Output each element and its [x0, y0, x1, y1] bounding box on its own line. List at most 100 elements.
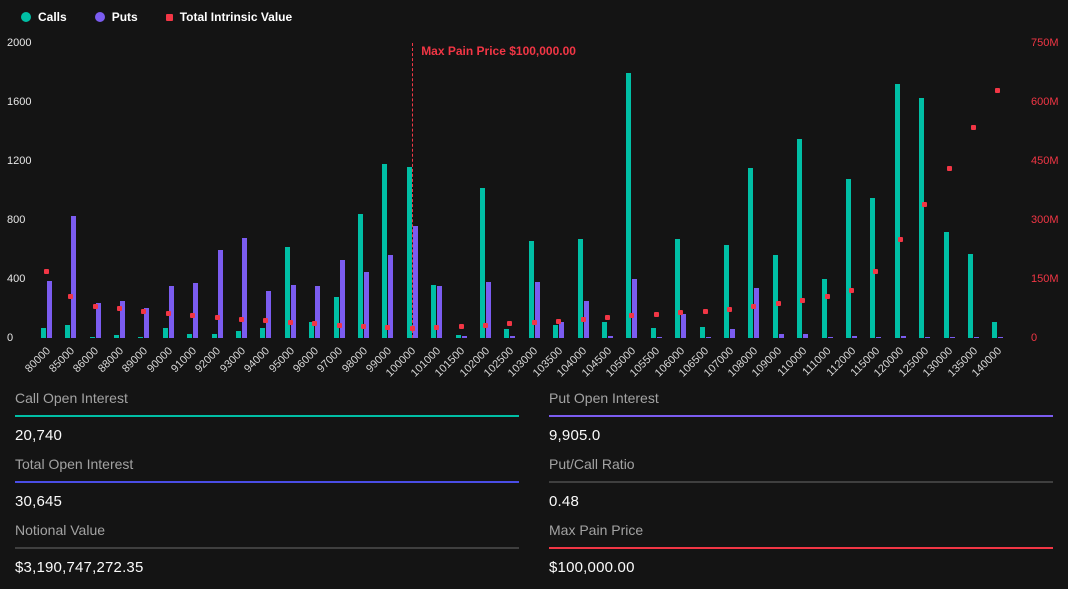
- put-bar[interactable]: [559, 322, 564, 338]
- put-bar[interactable]: [315, 286, 320, 338]
- put-bar[interactable]: [242, 238, 247, 338]
- call-bar[interactable]: [138, 337, 143, 338]
- put-bar[interactable]: [998, 337, 1003, 338]
- call-bar[interactable]: [919, 98, 924, 338]
- intrinsic-value-marker[interactable]: [141, 309, 146, 314]
- call-bar[interactable]: [90, 337, 95, 338]
- intrinsic-value-marker[interactable]: [263, 318, 268, 323]
- put-bar[interactable]: [486, 282, 491, 338]
- put-bar[interactable]: [828, 337, 833, 338]
- put-bar[interactable]: [974, 337, 979, 338]
- put-bar[interactable]: [510, 336, 515, 338]
- put-bar[interactable]: [266, 291, 271, 338]
- put-bar[interactable]: [291, 285, 296, 338]
- call-bar[interactable]: [626, 73, 631, 339]
- intrinsic-value-marker[interactable]: [947, 166, 952, 171]
- intrinsic-value-marker[interactable]: [190, 313, 195, 318]
- put-bar[interactable]: [876, 337, 881, 338]
- put-bar[interactable]: [632, 279, 637, 338]
- intrinsic-value-marker[interactable]: [459, 324, 464, 329]
- plot-area[interactable]: Max Pain Price $100,000.00: [34, 43, 1010, 338]
- put-bar[interactable]: [608, 336, 613, 338]
- call-bar[interactable]: [944, 232, 949, 338]
- call-bar[interactable]: [407, 167, 412, 338]
- intrinsic-value-marker[interactable]: [849, 288, 854, 293]
- put-bar[interactable]: [193, 283, 198, 338]
- call-bar[interactable]: [431, 285, 436, 338]
- put-bar[interactable]: [852, 336, 857, 338]
- legend-item-puts[interactable]: Puts: [95, 10, 138, 24]
- put-bar[interactable]: [462, 336, 467, 338]
- intrinsic-value-marker[interactable]: [532, 320, 537, 325]
- intrinsic-value-marker[interactable]: [995, 88, 1000, 93]
- call-bar[interactable]: [358, 214, 363, 338]
- call-bar[interactable]: [578, 239, 583, 338]
- call-bar[interactable]: [480, 188, 485, 338]
- call-bar[interactable]: [41, 328, 46, 338]
- intrinsic-value-marker[interactable]: [800, 298, 805, 303]
- put-bar[interactable]: [437, 286, 442, 338]
- intrinsic-value-marker[interactable]: [654, 312, 659, 317]
- intrinsic-value-marker[interactable]: [239, 317, 244, 322]
- put-bar[interactable]: [803, 334, 808, 338]
- put-bar[interactable]: [535, 282, 540, 338]
- intrinsic-value-marker[interactable]: [483, 323, 488, 328]
- call-bar[interactable]: [895, 84, 900, 338]
- call-bar[interactable]: [65, 325, 70, 338]
- intrinsic-value-marker[interactable]: [44, 269, 49, 274]
- intrinsic-value-marker[interactable]: [68, 294, 73, 299]
- put-bar[interactable]: [71, 216, 76, 338]
- put-bar[interactable]: [413, 226, 418, 338]
- call-bar[interactable]: [553, 325, 558, 338]
- call-bar[interactable]: [870, 198, 875, 338]
- call-bar[interactable]: [992, 322, 997, 338]
- intrinsic-value-marker[interactable]: [312, 321, 317, 326]
- call-bar[interactable]: [724, 245, 729, 338]
- intrinsic-value-marker[interactable]: [898, 237, 903, 242]
- intrinsic-value-marker[interactable]: [922, 202, 927, 207]
- intrinsic-value-marker[interactable]: [288, 320, 293, 325]
- intrinsic-value-marker[interactable]: [678, 310, 683, 315]
- intrinsic-value-marker[interactable]: [215, 315, 220, 320]
- intrinsic-value-marker[interactable]: [556, 319, 561, 324]
- intrinsic-value-marker[interactable]: [605, 315, 610, 320]
- call-bar[interactable]: [334, 297, 339, 338]
- put-bar[interactable]: [681, 314, 686, 338]
- call-bar[interactable]: [748, 168, 753, 338]
- call-bar[interactable]: [602, 322, 607, 338]
- intrinsic-value-marker[interactable]: [727, 307, 732, 312]
- call-bar[interactable]: [163, 328, 168, 338]
- put-bar[interactable]: [754, 288, 759, 338]
- call-bar[interactable]: [382, 164, 387, 338]
- intrinsic-value-marker[interactable]: [93, 304, 98, 309]
- intrinsic-value-marker[interactable]: [776, 301, 781, 306]
- legend-item-calls[interactable]: Calls: [21, 10, 67, 24]
- put-bar[interactable]: [901, 336, 906, 338]
- call-bar[interactable]: [504, 329, 509, 338]
- intrinsic-value-marker[interactable]: [873, 269, 878, 274]
- intrinsic-value-marker[interactable]: [825, 294, 830, 299]
- call-bar[interactable]: [236, 331, 241, 338]
- call-bar[interactable]: [968, 254, 973, 338]
- call-bar[interactable]: [651, 328, 656, 338]
- call-bar[interactable]: [797, 139, 802, 338]
- intrinsic-value-marker[interactable]: [166, 311, 171, 316]
- intrinsic-value-marker[interactable]: [751, 304, 756, 309]
- intrinsic-value-marker[interactable]: [434, 325, 439, 330]
- put-bar[interactable]: [730, 329, 735, 338]
- put-bar[interactable]: [925, 337, 930, 338]
- call-bar[interactable]: [773, 255, 778, 338]
- intrinsic-value-marker[interactable]: [385, 325, 390, 330]
- intrinsic-value-marker[interactable]: [337, 323, 342, 328]
- put-bar[interactable]: [47, 281, 52, 338]
- call-bar[interactable]: [114, 335, 119, 338]
- call-bar[interactable]: [187, 334, 192, 338]
- put-bar[interactable]: [657, 337, 662, 338]
- call-bar[interactable]: [700, 327, 705, 338]
- call-bar[interactable]: [846, 179, 851, 338]
- put-bar[interactable]: [706, 337, 711, 338]
- intrinsic-value-marker[interactable]: [117, 306, 122, 311]
- intrinsic-value-marker[interactable]: [703, 309, 708, 314]
- intrinsic-value-marker[interactable]: [629, 313, 634, 318]
- call-bar[interactable]: [260, 328, 265, 338]
